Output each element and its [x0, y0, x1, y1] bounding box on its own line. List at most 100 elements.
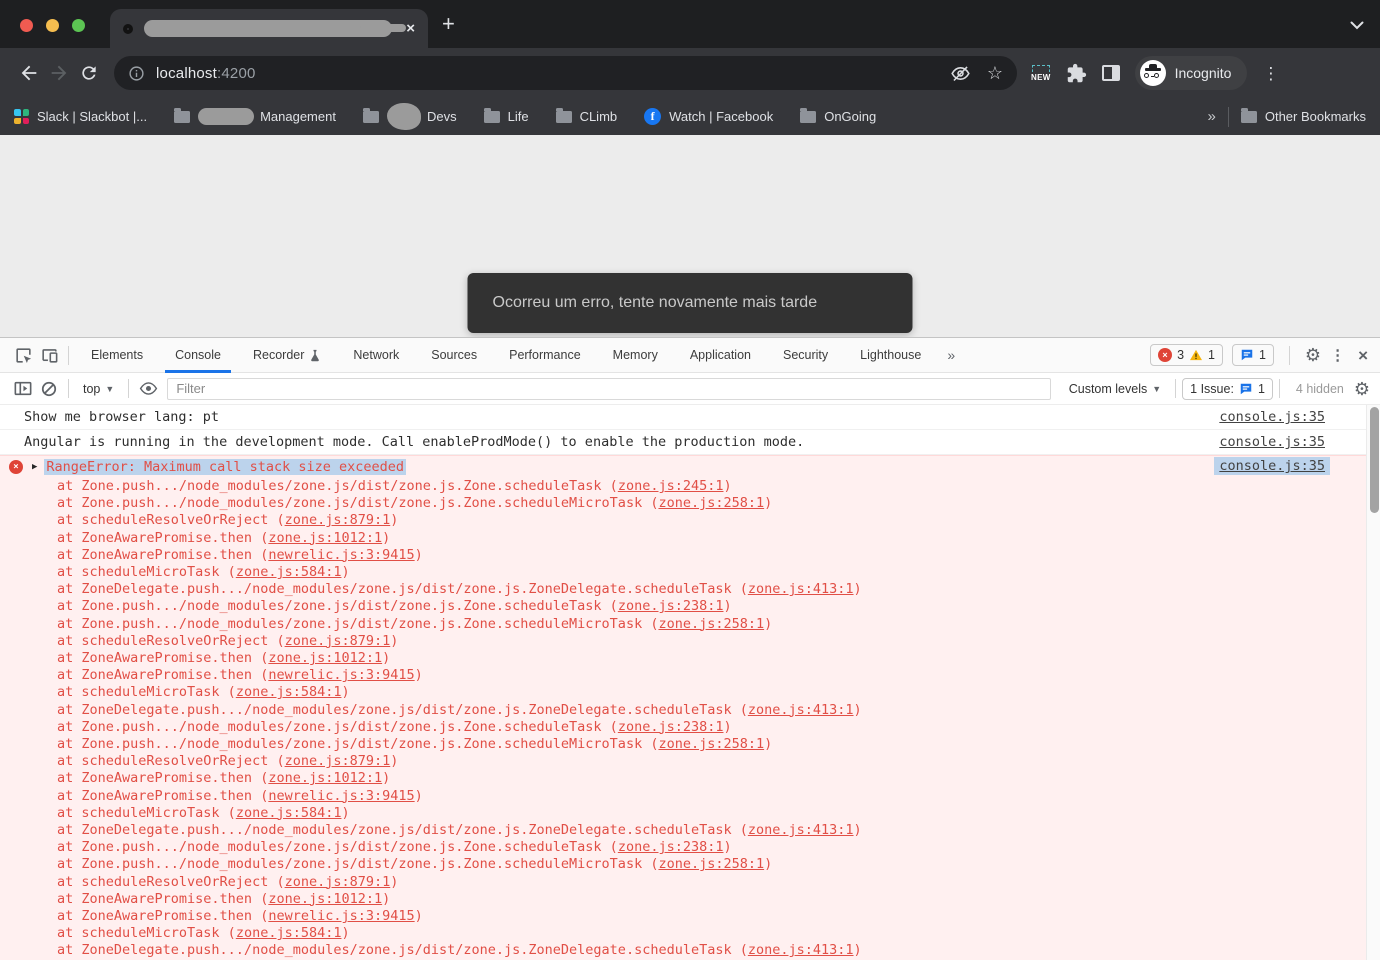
clear-console-icon[interactable]	[36, 376, 62, 402]
tab-lighthouse[interactable]: Lighthouse	[844, 338, 937, 373]
extensions-puzzle-icon[interactable]	[1066, 63, 1087, 84]
source-link[interactable]: zone.js:413:1	[748, 822, 854, 838]
source-link[interactable]: console.js:35	[1219, 409, 1325, 425]
tab-close-icon[interactable]: ×	[406, 21, 415, 36]
new-tab-button[interactable]: +	[442, 14, 455, 34]
source-link[interactable]: newrelic.js:3:9415	[268, 788, 414, 804]
source-link[interactable]: zone.js:245:1	[618, 478, 724, 494]
address-bar[interactable]: localhost:4200 ☆	[114, 56, 1017, 90]
flask-icon	[309, 349, 321, 362]
source-link[interactable]: zone.js:584:1	[236, 925, 342, 941]
source-link[interactable]: zone.js:1012:1	[268, 770, 382, 786]
tab-performance[interactable]: Performance	[493, 338, 597, 373]
scrollbar-thumb[interactable]	[1370, 407, 1379, 513]
source-link[interactable]: zone.js:413:1	[748, 581, 854, 597]
back-button[interactable]	[14, 58, 44, 88]
bookmark-item[interactable]: Devs	[363, 103, 457, 130]
console-scrollbar[interactable]	[1366, 405, 1380, 960]
tab-memory[interactable]: Memory	[597, 338, 674, 373]
javascript-context-dropdown[interactable]: top ▼	[83, 382, 114, 396]
folder-icon	[556, 111, 572, 123]
source-link[interactable]: zone.js:258:1	[658, 616, 764, 632]
source-link[interactable]: zone.js:413:1	[748, 702, 854, 718]
tab-search-chevron-icon[interactable]	[1350, 21, 1364, 30]
issues-badge[interactable]: 1	[1232, 344, 1274, 366]
bookmark-item[interactable]: Slack | Slackbot |...	[14, 109, 147, 124]
error-head-row[interactable]: × ▶ RangeError: Maximum call stack size …	[0, 456, 1380, 478]
minimize-window-button[interactable]	[46, 19, 59, 32]
tab-security[interactable]: Security	[767, 338, 844, 373]
error-count-icon: ×	[1158, 348, 1172, 362]
source-link[interactable]: zone.js:879:1	[285, 753, 391, 769]
source-link[interactable]: zone.js:879:1	[285, 633, 391, 649]
browser-menu-icon[interactable]: ⋮	[1262, 65, 1279, 82]
bookmark-item[interactable]: Management	[174, 108, 336, 125]
issues-counter-button[interactable]: 1 Issue: 1	[1182, 378, 1273, 400]
new-feature-badge-icon[interactable]: NEW	[1031, 65, 1051, 82]
tab-elements[interactable]: Elements	[75, 338, 159, 373]
close-window-button[interactable]	[20, 19, 33, 32]
devtools-settings-gear-icon[interactable]: ⚙	[1305, 346, 1321, 364]
log-levels-dropdown[interactable]: Custom levels ▼	[1069, 382, 1161, 396]
source-link[interactable]: console.js:35	[1219, 434, 1325, 450]
bookmark-item[interactable]: fWatch | Facebook	[644, 108, 773, 125]
bookmark-item[interactable]: Life	[484, 109, 529, 124]
console-settings-gear-icon[interactable]: ⚙	[1354, 380, 1370, 398]
source-link[interactable]: newrelic.js:3:9415	[268, 667, 414, 683]
bookmarks-overflow-chevron[interactable]: »	[1208, 108, 1216, 125]
stack-frame: at Zone.push.../node_modules/zone.js/dis…	[0, 616, 1380, 633]
source-link[interactable]: console.js:35	[1214, 457, 1330, 475]
site-info-icon[interactable]	[128, 65, 145, 82]
devtools-close-icon[interactable]: ×	[1358, 347, 1368, 364]
inspect-element-icon[interactable]	[10, 342, 36, 368]
expand-triangle-icon[interactable]: ▶	[32, 462, 37, 472]
source-link[interactable]: zone.js:879:1	[285, 512, 391, 528]
console-errors-warnings-badge[interactable]: × 3 1	[1150, 344, 1223, 366]
tab-application[interactable]: Application	[674, 338, 767, 373]
console-sidebar-toggle-icon[interactable]	[10, 376, 36, 402]
zoom-window-button[interactable]	[72, 19, 85, 32]
more-tabs-chevron[interactable]: »	[947, 347, 955, 363]
bookmark-item[interactable]: CLimb	[556, 109, 618, 124]
source-link[interactable]: zone.js:879:1	[285, 874, 391, 890]
source-link[interactable]: newrelic.js:3:9415	[268, 547, 414, 563]
forward-button[interactable]	[44, 58, 74, 88]
live-expression-eye-icon[interactable]	[135, 376, 161, 402]
stack-frame: at ZoneAwarePromise.then (newrelic.js:3:…	[0, 788, 1380, 805]
source-link[interactable]: zone.js:258:1	[658, 495, 764, 511]
incognito-icon	[1140, 60, 1166, 86]
source-link[interactable]: zone.js:584:1	[236, 684, 342, 700]
browser-tab[interactable]: ×	[110, 9, 428, 48]
tab-network[interactable]: Network	[337, 338, 415, 373]
source-link[interactable]: zone.js:238:1	[618, 598, 724, 614]
bookmark-star-icon[interactable]: ☆	[987, 64, 1003, 82]
source-link[interactable]: zone.js:584:1	[236, 805, 342, 821]
tab-sources[interactable]: Sources	[415, 338, 493, 373]
source-link[interactable]: zone.js:1012:1	[268, 891, 382, 907]
device-toolbar-icon[interactable]	[36, 342, 62, 368]
devtools-menu-icon[interactable]: ⋮	[1330, 348, 1345, 363]
window-controls	[20, 19, 85, 32]
other-bookmarks-button[interactable]: Other Bookmarks	[1241, 109, 1366, 124]
password-hidden-icon[interactable]	[950, 63, 971, 84]
tab-recorder[interactable]: Recorder	[237, 338, 337, 373]
source-link[interactable]: zone.js:238:1	[618, 719, 724, 735]
source-link[interactable]: zone.js:584:1	[236, 564, 342, 580]
source-link[interactable]: zone.js:1012:1	[268, 650, 382, 666]
bookmark-item[interactable]: OnGoing	[800, 109, 876, 124]
side-panel-icon[interactable]	[1102, 65, 1120, 81]
source-link[interactable]: zone.js:258:1	[658, 736, 764, 752]
folder-icon	[363, 111, 379, 123]
console-filter-input[interactable]	[167, 378, 1050, 400]
reload-button[interactable]	[74, 58, 104, 88]
stack-frame: at scheduleMicroTask (zone.js:584:1)	[0, 564, 1380, 581]
source-link[interactable]: zone.js:413:1	[748, 942, 854, 958]
source-link[interactable]: zone.js:1012:1	[268, 530, 382, 546]
issues-count: 1	[1259, 348, 1266, 362]
source-link[interactable]: zone.js:238:1	[618, 839, 724, 855]
source-link[interactable]: zone.js:258:1	[658, 856, 764, 872]
toolbar-divider	[1279, 379, 1280, 398]
tab-console[interactable]: Console	[159, 338, 237, 373]
stack-frame: at Zone.push.../node_modules/zone.js/dis…	[0, 839, 1380, 856]
source-link[interactable]: newrelic.js:3:9415	[268, 908, 414, 924]
